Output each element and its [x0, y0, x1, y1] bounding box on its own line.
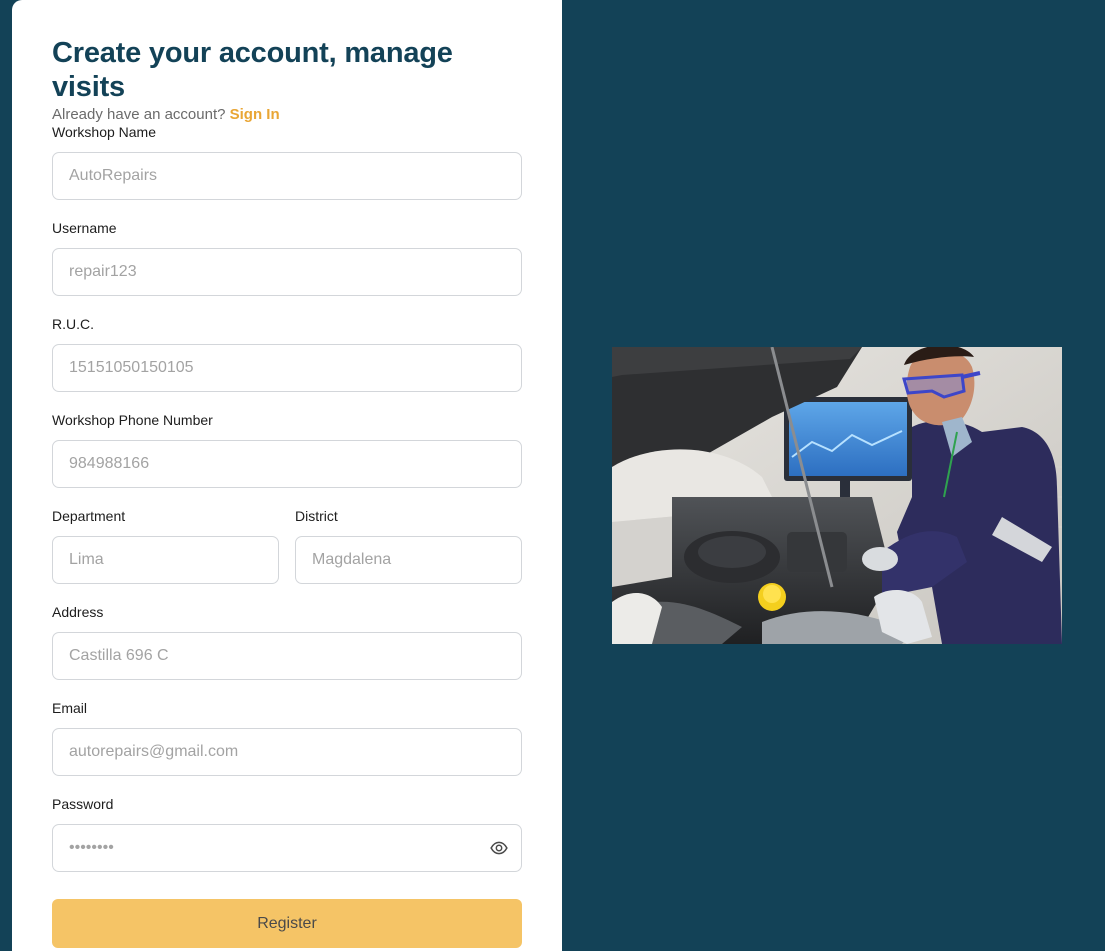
address-input[interactable]: [52, 632, 522, 680]
ruc-label: R.U.C.: [52, 316, 94, 332]
department-input[interactable]: [52, 536, 279, 584]
signin-link[interactable]: Sign In: [230, 106, 280, 123]
phone-group: Workshop Phone Number: [52, 412, 522, 488]
address-group: Address: [52, 604, 522, 680]
page-title: Create your account, manage visits: [52, 37, 453, 103]
password-input[interactable]: [52, 824, 522, 872]
workshop-name-input[interactable]: [52, 152, 522, 200]
workshop-name-label: Workshop Name: [52, 124, 157, 140]
email-input[interactable]: [52, 728, 522, 776]
phone-label: Workshop Phone Number: [52, 412, 213, 428]
register-card: Create your account, manage visits Alrea…: [12, 0, 562, 951]
mechanic-illustration: [612, 347, 1062, 644]
district-group: District: [295, 508, 522, 584]
ruc-input[interactable]: [52, 344, 522, 392]
address-label: Address: [52, 604, 104, 620]
username-label: Username: [52, 220, 117, 236]
eye-icon[interactable]: [490, 839, 508, 857]
mechanic-photo: [612, 347, 1062, 644]
password-label: Password: [52, 796, 114, 812]
workshop-name-group: Workshop Name: [52, 124, 522, 200]
page: Create your account, manage visits Alrea…: [0, 0, 1105, 951]
register-button[interactable]: Register: [52, 899, 522, 948]
username-input[interactable]: [52, 248, 522, 296]
phone-input[interactable]: [52, 440, 522, 488]
signin-prompt-text: Already have an account?: [52, 106, 226, 123]
district-label: District: [295, 508, 338, 524]
email-group: Email: [52, 700, 522, 776]
signin-prompt: Already have an account? Sign In: [52, 106, 522, 124]
password-wrap: [52, 824, 522, 872]
password-group: Password: [52, 796, 522, 872]
email-label: Email: [52, 700, 88, 716]
department-group: Department: [52, 508, 279, 584]
district-input[interactable]: [295, 536, 522, 584]
department-label: Department: [52, 508, 126, 524]
username-group: Username: [52, 220, 522, 296]
ruc-group: R.U.C.: [52, 316, 522, 392]
